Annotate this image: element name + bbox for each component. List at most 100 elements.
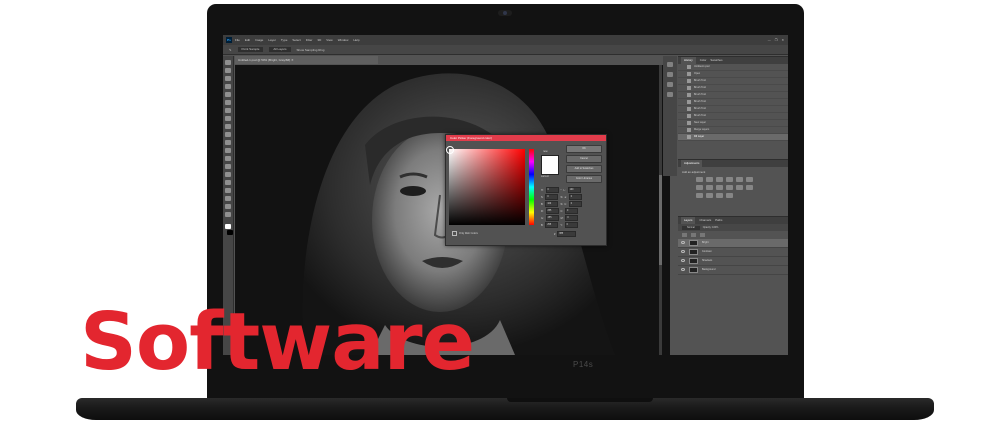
menu-edit[interactable]: Edit — [245, 38, 250, 42]
history-item[interactable]: Brush Tool — [678, 99, 788, 106]
pen-tool-icon[interactable] — [225, 172, 231, 177]
marquee-tool-icon[interactable] — [225, 68, 231, 73]
c-input[interactable]: 0 — [565, 208, 578, 214]
h-input[interactable]: 0 — [545, 187, 559, 193]
lab-b-input[interactable]: 0 — [568, 201, 582, 207]
color-picker-dialog[interactable]: Color Picker (Foreground color) new curr… — [445, 134, 607, 246]
eyedropper-icon[interactable] — [225, 100, 231, 105]
move-tool-icon[interactable] — [225, 60, 231, 65]
layer-row-selected[interactable]: Bright — [678, 239, 788, 248]
a-input[interactable]: 0 — [568, 194, 582, 200]
menu-help[interactable]: Help — [353, 38, 359, 42]
history-item[interactable]: Brush Tool — [678, 85, 788, 92]
lasso-tool-icon[interactable] — [225, 76, 231, 81]
type-tool-icon[interactable] — [225, 180, 231, 185]
menu-select[interactable]: Select — [292, 38, 300, 42]
menu-view[interactable]: View — [326, 38, 332, 42]
ok-button[interactable]: OK — [566, 145, 602, 153]
hand-tool-icon[interactable] — [225, 204, 231, 209]
zoom-tool-icon[interactable] — [225, 212, 231, 217]
tab-swatches[interactable]: Swatches — [710, 57, 722, 64]
history-item[interactable]: Untitled-1.psd — [678, 64, 788, 71]
eyedropper-tool-icon[interactable]: ✎ — [229, 48, 232, 52]
tab-adjustments[interactable]: Adjustments — [681, 160, 703, 167]
blend-mode-select[interactable]: Normal — [682, 225, 700, 230]
history-item[interactable]: Brush Tool — [678, 92, 788, 99]
invert-icon[interactable] — [746, 185, 753, 190]
saturation-brightness-field[interactable] — [449, 149, 525, 225]
gradient-tool-icon[interactable] — [225, 148, 231, 153]
visibility-eye-icon[interactable] — [681, 259, 685, 262]
menu-filter[interactable]: Filter — [306, 38, 313, 42]
brush-settings-icon[interactable] — [667, 82, 673, 87]
b-input[interactable]: 100 — [545, 201, 559, 207]
hex-input[interactable]: ffffff — [557, 231, 577, 237]
y-input[interactable]: 0 — [564, 222, 578, 228]
background-color-swatch[interactable] — [227, 230, 233, 235]
history-item[interactable]: Merge Layers — [678, 127, 788, 134]
channel-mixer-icon[interactable] — [726, 185, 733, 190]
opacity-field[interactable]: Opacity: 100% — [703, 226, 719, 229]
lock-position-icon[interactable] — [691, 233, 696, 237]
history-item[interactable]: Brush Tool — [678, 106, 788, 113]
minimize-icon[interactable]: — — [768, 38, 771, 42]
visibility-eye-icon[interactable] — [681, 268, 685, 271]
brightness-icon[interactable] — [696, 177, 703, 182]
clone-stamp-icon[interactable] — [225, 124, 231, 129]
document-tab[interactable]: Untitled-1.psd @ 50% (Bright, Gray/8#) ✕ — [235, 56, 378, 64]
tab-paths[interactable]: Paths — [715, 217, 722, 224]
r-input[interactable]: 255 — [545, 208, 559, 214]
crop-tool-icon[interactable] — [225, 92, 231, 97]
color-balance-icon[interactable] — [696, 185, 703, 190]
history-item[interactable]: Open — [678, 71, 788, 78]
only-web-colors-checkbox[interactable]: Only Web Colors — [452, 231, 478, 236]
sample-size-select[interactable]: Point Sample — [237, 47, 264, 52]
exposure-icon[interactable] — [726, 177, 733, 182]
layer-row[interactable]: Background — [678, 266, 788, 275]
tab-channels[interactable]: Channels — [699, 217, 711, 224]
visibility-eye-icon[interactable] — [681, 241, 685, 244]
history-panel-icon[interactable] — [667, 62, 673, 67]
hue-slider[interactable] — [529, 149, 534, 225]
properties-panel-icon[interactable] — [667, 72, 673, 77]
history-item-selected[interactable]: Fill Layer — [678, 134, 788, 141]
healing-brush-icon[interactable] — [225, 108, 231, 113]
vibrance-icon[interactable] — [736, 177, 743, 182]
history-item[interactable]: New Layer — [678, 120, 788, 127]
posterize-icon[interactable] — [696, 193, 703, 198]
gradient-map-icon[interactable] — [716, 193, 723, 198]
sample-select[interactable]: All Layers — [269, 47, 291, 52]
curves-icon[interactable] — [716, 177, 723, 182]
add-to-swatches-button[interactable]: Add to Swatches — [566, 165, 602, 173]
layer-row[interactable]: Contrast — [678, 248, 788, 257]
eraser-tool-icon[interactable] — [225, 140, 231, 145]
character-panel-icon[interactable] — [667, 92, 673, 97]
levels-icon[interactable] — [706, 177, 713, 182]
s-input[interactable]: 0 — [545, 194, 559, 200]
close-icon[interactable]: ✕ — [781, 38, 784, 42]
brush-tool-icon[interactable] — [225, 116, 231, 121]
menu-window[interactable]: Window — [338, 38, 349, 42]
history-item[interactable]: Brush Tool — [678, 113, 788, 120]
rgb-b-input[interactable]: 255 — [545, 222, 559, 228]
maximize-icon[interactable]: ❐ — [775, 38, 778, 42]
menu-type[interactable]: Type — [281, 38, 288, 42]
color-lookup-icon[interactable] — [736, 185, 743, 190]
history-brush-icon[interactable] — [225, 132, 231, 137]
black-white-icon[interactable] — [706, 185, 713, 190]
m-input[interactable]: 0 — [565, 215, 579, 221]
cancel-button[interactable]: Cancel — [566, 155, 602, 163]
path-select-icon[interactable] — [225, 188, 231, 193]
photo-filter-icon[interactable] — [716, 185, 723, 190]
menu-file[interactable]: File — [235, 38, 240, 42]
scrollbar-thumb[interactable] — [659, 175, 662, 265]
tab-layers[interactable]: Layers — [681, 217, 696, 224]
show-sampling-ring-checkbox[interactable]: Show Sampling Ring — [297, 48, 325, 52]
hue-saturation-icon[interactable] — [746, 177, 753, 182]
canvas-scrollbar[interactable] — [659, 65, 662, 355]
menu-image[interactable]: Image — [255, 38, 263, 42]
shape-tool-icon[interactable] — [225, 196, 231, 201]
quick-select-tool-icon[interactable] — [225, 84, 231, 89]
tab-history[interactable]: History — [681, 57, 696, 64]
menu-3d[interactable]: 3D — [317, 38, 321, 42]
